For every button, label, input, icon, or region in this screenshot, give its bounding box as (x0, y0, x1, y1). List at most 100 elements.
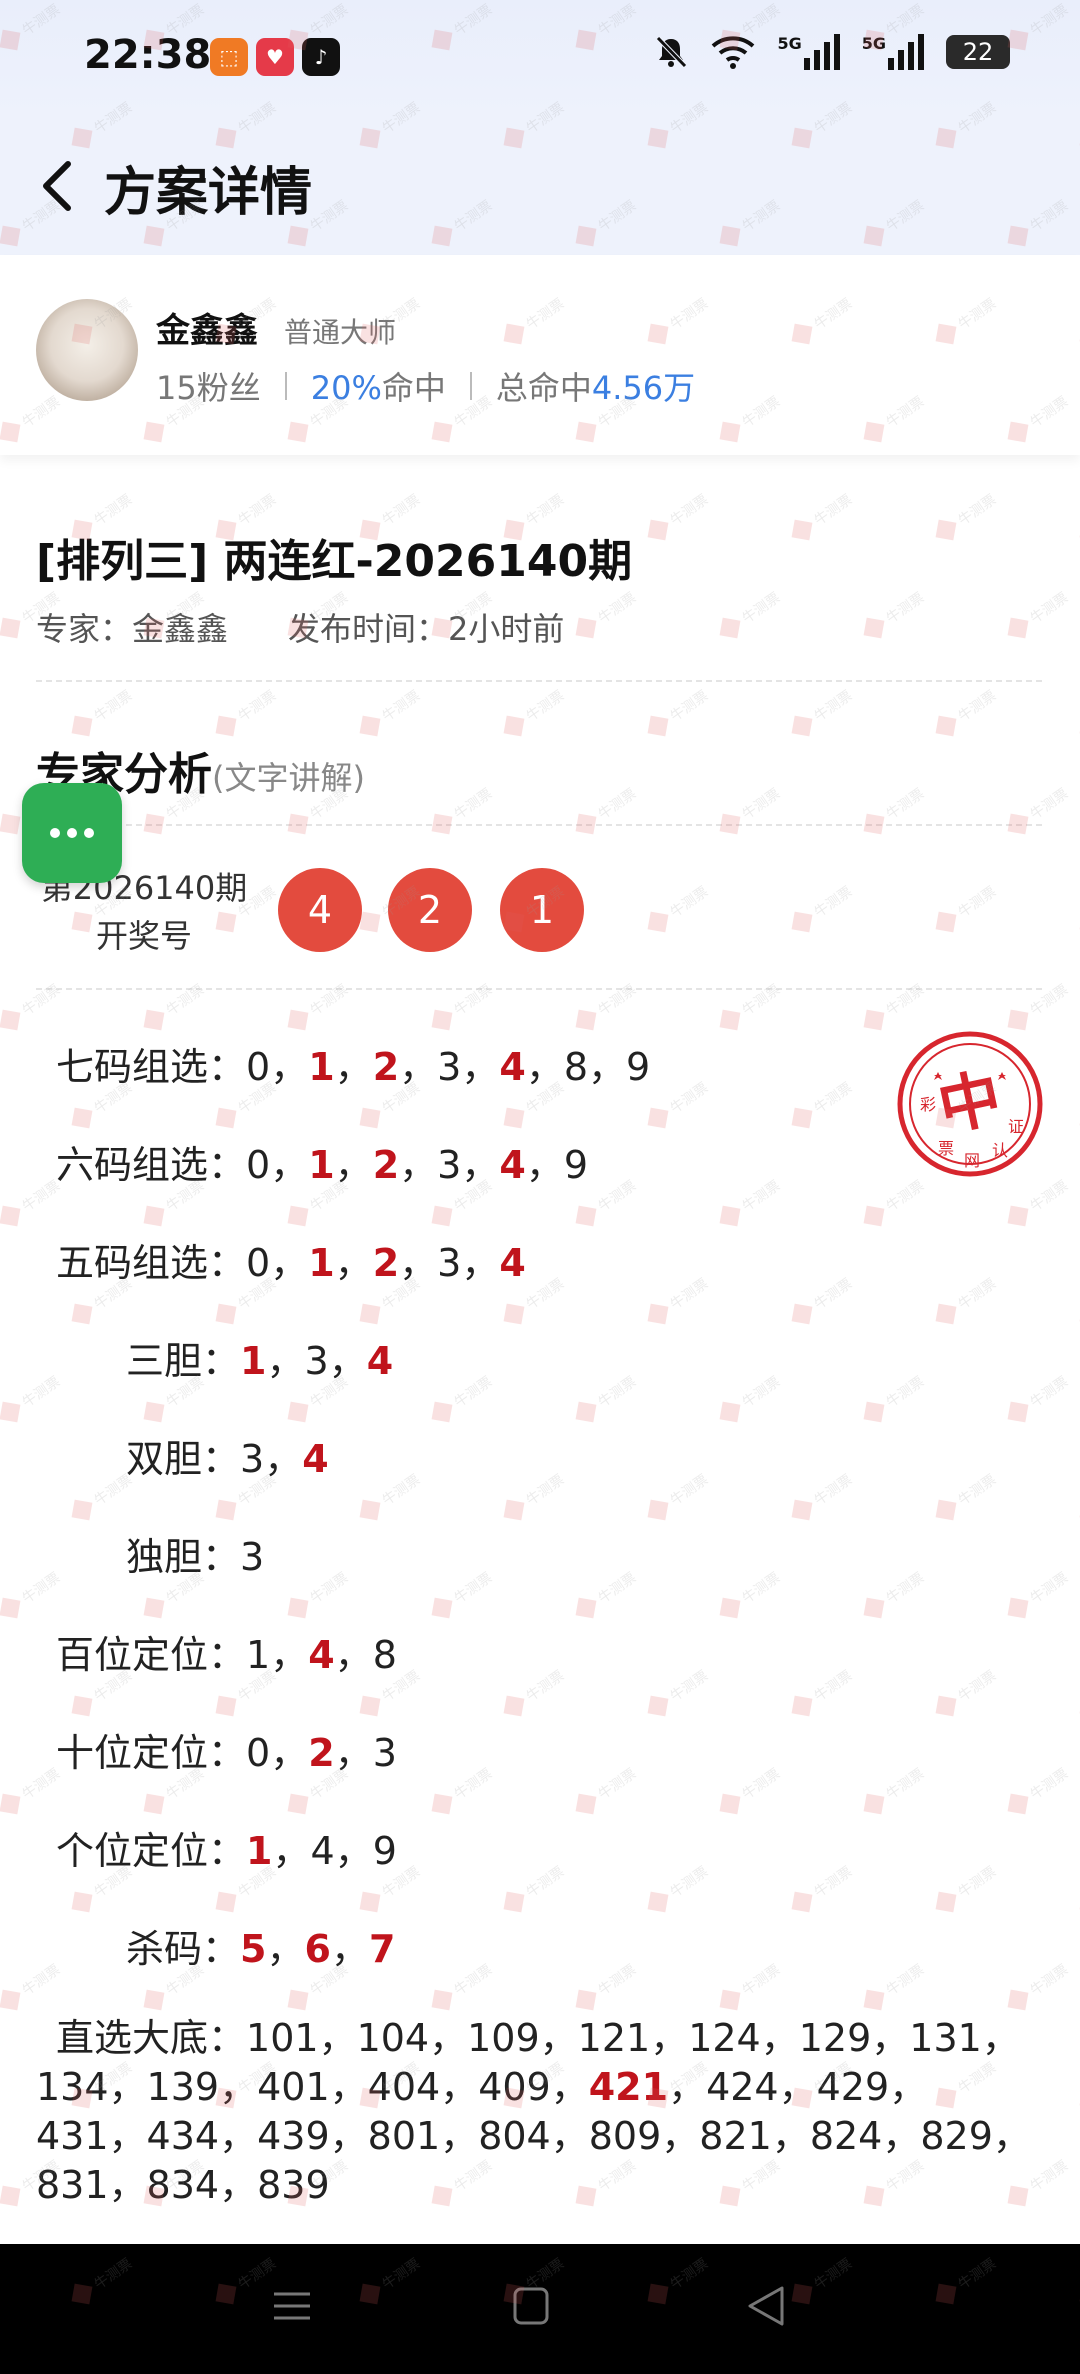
stamp-ring-char: 彩 (920, 1095, 936, 1114)
prediction-row: 五码组选：0，1，2，3，4 (56, 1232, 526, 1287)
highlighted-number: 2 (308, 1731, 335, 1775)
signal-1: 5G (777, 34, 840, 70)
number: 9 (563, 1143, 589, 1187)
watermark-tile: 牛测票 (1007, 1766, 1071, 1815)
highlighted-number: 4 (499, 1241, 526, 1285)
svg-text:牛测票: 牛测票 (740, 1570, 784, 1607)
separator: ， (399, 1045, 438, 1089)
signal-icon (888, 34, 924, 70)
menu-icon[interactable] (272, 2286, 312, 2326)
stamp-ring-char: 网 (964, 1151, 980, 1170)
expert-profile-card[interactable]: 金鑫鑫 普通大师 15粉丝 20%命中 总命中4.56万 (0, 255, 1080, 455)
back-nav-icon[interactable] (746, 2284, 786, 2328)
number: 429 (816, 2065, 890, 2109)
svg-text:牛测票: 牛测票 (884, 1374, 928, 1411)
total-hit-label: 总命中 (495, 369, 592, 407)
system-nav-bar (0, 2244, 1080, 2374)
number: 9 (626, 1045, 651, 1089)
direct-label: 直选大底： (56, 2016, 247, 2060)
separator: ， (318, 2016, 357, 2060)
watermark-tile: 牛测票 (287, 982, 351, 1031)
watermark-tile: 牛测票 (1007, 786, 1072, 835)
svg-text:牛测票: 牛测票 (668, 1276, 712, 1313)
prediction-label: 双胆： (126, 1437, 241, 1481)
svg-text:牛测票: 牛测票 (596, 1962, 640, 1999)
watermark-tile: 牛测票 (575, 1962, 640, 2011)
separator: ， (219, 2114, 258, 2158)
svg-text:牛测票: 牛测票 (1028, 786, 1072, 823)
svg-text:牛测票: 牛测票 (812, 884, 856, 921)
svg-text:牛测票: 牛测票 (20, 1962, 64, 1999)
separator: ， (771, 2114, 810, 2158)
watermark-tile: 牛测票 (719, 982, 783, 1031)
draw-caption: 开奖号 (95, 917, 192, 955)
svg-text:牛测票: 牛测票 (1028, 1962, 1072, 1999)
separator: ， (266, 1339, 305, 1383)
separator: ， (399, 1241, 438, 1285)
home-icon[interactable] (512, 2286, 550, 2326)
watermark-tile: 牛测票 (791, 1080, 855, 1129)
prediction-row: 十位定位：0，2，3 (56, 1722, 397, 1777)
number: 0 (246, 1731, 271, 1775)
svg-text:牛测票: 牛测票 (596, 1374, 640, 1411)
separator: ， (266, 1927, 305, 1971)
watermark-tile: 牛测票 (935, 688, 999, 737)
prediction-values: 1，4，8 (246, 1633, 397, 1677)
svg-text:牛测票: 牛测票 (668, 1472, 712, 1509)
divider (284, 372, 287, 400)
number: 3 (372, 1731, 397, 1775)
number: 3 (304, 1339, 329, 1383)
watermark-tile: 牛测票 (719, 1374, 783, 1423)
watermark-tile: 牛测票 (719, 786, 783, 835)
separator: ， (550, 2114, 589, 2158)
watermark-tile: 牛测票 (431, 1570, 495, 1619)
app-notification-icon: ♥ (256, 38, 294, 76)
separator: ， (440, 2065, 479, 2109)
highlighted-number: 4 (499, 1045, 526, 1089)
separator: ， (981, 2016, 1020, 2060)
separator: ， (760, 2016, 799, 2060)
svg-text:牛测票: 牛测票 (524, 1864, 568, 1901)
watermark-tile: 牛测票 (863, 1374, 928, 1423)
highlighted-number: 4 (499, 1143, 526, 1187)
svg-text:牛测票: 牛测票 (380, 1472, 424, 1509)
separator: ， (525, 1045, 564, 1089)
svg-text:牛测票: 牛测票 (596, 590, 640, 627)
watermark-tile: 牛测票 (1079, 715, 1080, 737)
svg-text:牛测票: 牛测票 (452, 1766, 496, 1803)
prediction-values: 0，1，2，3，4，8，9 (246, 1045, 650, 1089)
total-hit: 总命中4.56万 (496, 363, 695, 409)
svg-text:牛测票: 牛测票 (380, 688, 424, 725)
stamp-ring-char: 票 (938, 1139, 954, 1158)
more-options-button[interactable] (22, 783, 122, 883)
douyin-icon: ♪ (302, 38, 340, 76)
svg-text:牛测票: 牛测票 (740, 1766, 784, 1803)
number: 0 (246, 1241, 271, 1285)
watermark-tile: 牛测票 (863, 1570, 927, 1619)
prediction-label: 十位定位： (56, 1731, 247, 1775)
separator: ， (550, 2065, 589, 2109)
prediction-row: 双胆：3，4 (126, 1428, 329, 1483)
number: 434 (146, 2114, 220, 2158)
draw-number-ball: 4 (278, 868, 362, 952)
status-bar: 22:38 ⬚ ♥ ♪ 5G 5G 22 (0, 0, 1080, 120)
svg-text:牛测票: 牛测票 (956, 1472, 1000, 1509)
watermark-tile: 牛测票 (935, 1864, 1000, 1913)
svg-text:牛测票: 牛测票 (956, 1276, 1000, 1313)
prediction-row: 独胆：3 (126, 1526, 264, 1581)
separator: ， (882, 2114, 921, 2158)
watermark-tile: 牛测票 (1079, 1499, 1080, 1521)
svg-text:牛测票: 牛测票 (956, 1864, 1000, 1901)
number: 8 (563, 1045, 589, 1089)
svg-text:牛测票: 牛测票 (452, 1374, 496, 1411)
svg-text:牛测票: 牛测票 (452, 1962, 496, 1999)
prediction-values: 1，3，4 (240, 1339, 393, 1383)
chevron-left-icon[interactable] (34, 156, 80, 216)
watermark-tile: 牛测票 (935, 884, 999, 933)
avatar[interactable] (36, 299, 138, 401)
watermark-tile: 牛测票 (215, 688, 279, 737)
watermark-tile: 牛测票 (719, 1178, 783, 1227)
dnd-bell-icon (656, 36, 688, 68)
watermark-tile: 牛测票 (71, 688, 135, 737)
svg-text:牛测票: 牛测票 (380, 492, 424, 529)
